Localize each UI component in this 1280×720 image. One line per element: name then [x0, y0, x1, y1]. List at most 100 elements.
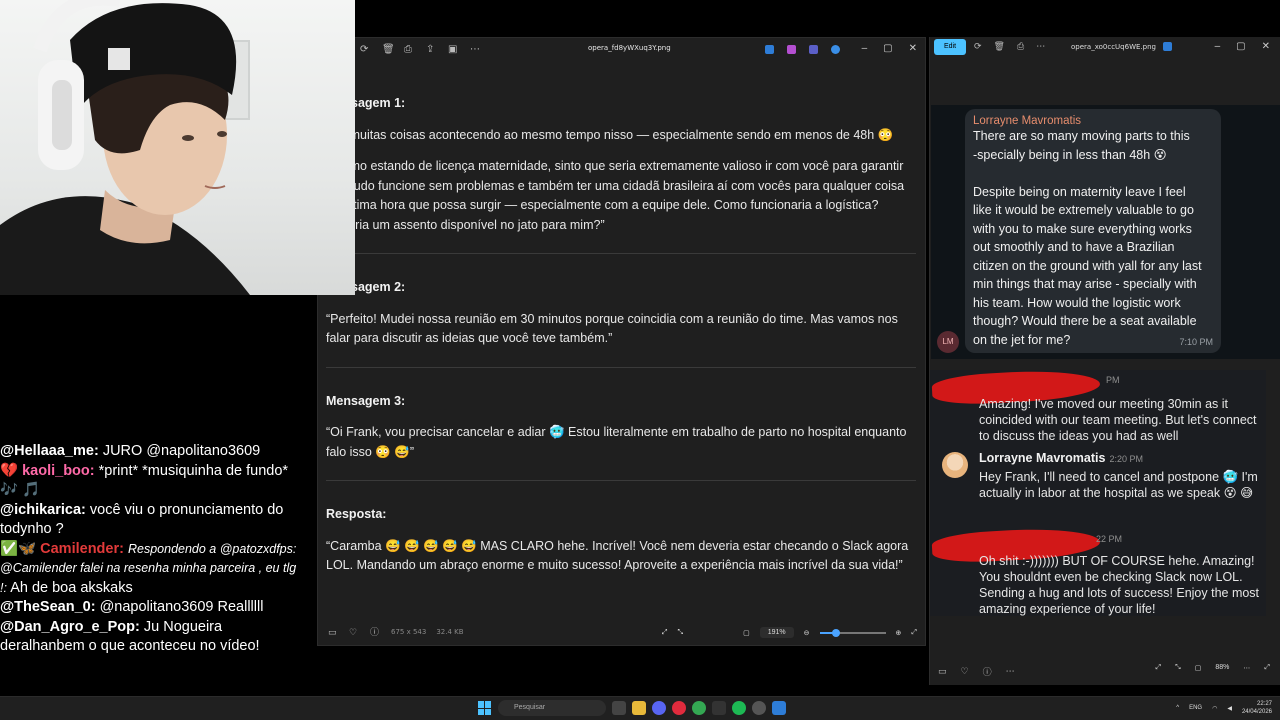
badge-icon: ✅🦋: [0, 540, 37, 557]
app-icon-edit[interactable]: [765, 45, 774, 54]
more-icon[interactable]: ⋯: [1243, 664, 1250, 672]
webcam-feed: [0, 0, 355, 295]
maximize-button[interactable]: ▢: [883, 43, 892, 54]
whatsapp-screenshot: Lorrayne Mavromatis There are so many mo…: [931, 105, 1280, 359]
zoom-slider[interactable]: [819, 628, 886, 637]
obs-icon[interactable]: [752, 701, 766, 715]
chevron-up-icon[interactable]: ^: [1176, 705, 1179, 711]
zoom-level[interactable]: 88%: [1215, 664, 1229, 672]
close-button[interactable]: ✕: [909, 43, 917, 54]
search-input[interactable]: Pesquisar: [498, 700, 606, 716]
opera-icon[interactable]: [672, 701, 686, 715]
app-icon[interactable]: [712, 701, 726, 715]
delete-icon[interactable]: 🗑: [994, 41, 1005, 52]
minimize-button[interactable]: –: [862, 43, 868, 54]
zoom-level[interactable]: 191%: [759, 627, 794, 638]
avatar: LM: [937, 331, 959, 353]
image-dimensions: 675 x 543: [391, 628, 427, 636]
chat-message: ✅🦋 Camilender: Respondendo a @patozxdfps…: [0, 540, 297, 596]
start-button[interactable]: [478, 701, 492, 715]
filmstrip-icon[interactable]: ▭: [938, 666, 947, 677]
maximize-button[interactable]: ▢: [1236, 41, 1245, 52]
divider: [326, 253, 916, 254]
close-button[interactable]: ✕: [1262, 41, 1270, 52]
system-tray: ^ ENG ◠ ◀ 22:27 24/04/2026: [1176, 700, 1272, 716]
chat-message: @ichikarica: você viu o pronunciamento d…: [0, 501, 284, 538]
info-icon[interactable]: ⓘ: [983, 665, 992, 678]
response-text: “Caramba 😅 😅 😅 😅 😅 MAS CLARO hehe. Incrí…: [326, 538, 909, 573]
sender-name: Lorrayne Mavromatis: [973, 115, 1082, 127]
rotate-icon[interactable]: ⟳: [360, 45, 370, 55]
favorite-icon[interactable]: ♡: [961, 666, 969, 677]
message-time: 7:10 PM: [1179, 337, 1213, 347]
more-icon[interactable]: ⋯: [1036, 41, 1045, 52]
edit-button[interactable]: Edit: [934, 39, 966, 55]
spotify-icon[interactable]: [732, 701, 746, 715]
language-indicator[interactable]: ENG: [1189, 705, 1202, 711]
file-name: opera_xo0ccUq6WE.png: [1071, 43, 1156, 51]
photos-icon[interactable]: [772, 701, 786, 715]
app-icon-clipchamp[interactable]: [787, 45, 796, 54]
zoom-controls: ⤢ ⤡ ▢ 191% ⊖ ⊕ ⤢: [662, 627, 917, 638]
divider: [326, 480, 916, 481]
delete-icon[interactable]: 🗑: [382, 45, 395, 55]
onedrive-icon[interactable]: [831, 45, 840, 54]
crop-icon[interactable]: ▢: [1195, 664, 1202, 672]
fullscreen-icon[interactable]: ⤢: [911, 629, 917, 637]
chat-message: @Dan_Agro_e_Pop: Ju Nogueira deralhanbem…: [0, 618, 260, 655]
print-icon[interactable]: ⎙: [1017, 41, 1024, 52]
stream-chat: @Hellaaa_me: JURO @napolitano3609 💔 kaol…: [0, 442, 300, 657]
actual-size-icon[interactable]: ⤡: [678, 629, 684, 637]
minimize-button[interactable]: –: [1215, 41, 1221, 52]
slack-message-2: Hey Frank, I'll need to cancel and postp…: [979, 470, 1258, 500]
clock[interactable]: 22:27 24/04/2026: [1242, 700, 1272, 716]
chat-bubble: Lorrayne Mavromatis There are so many mo…: [965, 109, 1221, 353]
taskbar: Pesquisar ^ ENG ◠ ◀ 22:27 24/04/2026: [0, 696, 1280, 720]
viewer-titlebar: ⟳ 🗑 ⎙ ⇪ ▣ ⋯ opera_fd8yWXuq3Y.png – ▢ ✕: [318, 38, 925, 62]
volume-icon[interactable]: ◀: [1227, 705, 1232, 712]
fit-icon[interactable]: ⤢: [1156, 664, 1162, 672]
rotate-icon[interactable]: ⟳: [974, 41, 982, 52]
print-icon[interactable]: ⎙: [404, 45, 414, 55]
sender-name: Lorrayne Mavromatis 2:20 PM: [979, 451, 1143, 465]
more-icon[interactable]: ⋯: [470, 45, 480, 55]
filmstrip-icon[interactable]: ▭: [328, 627, 337, 637]
desktop: ⟳ 🗑 ⎙ ⇪ ▣ ⋯ opera_fd8yWXuq3Y.png – ▢ ✕ M…: [0, 0, 1280, 720]
viewer2-statusbar: ▭ ♡ ⓘ ⋯ ⤢ ⤡ ▢ 88% ⋯ ⤢: [930, 657, 1280, 685]
zoom-slider-knob[interactable]: [832, 628, 841, 637]
message-3-text: “Oi Frank, vou precisar cancelar e adiar…: [326, 425, 907, 459]
file-name: opera_fd8yWXuq3Y.png: [588, 44, 671, 52]
zoom-out-icon[interactable]: ⊖: [804, 629, 810, 637]
chat-message: @Hellaaa_me: JURO @napolitano3609: [0, 443, 261, 459]
slideshow-icon[interactable]: ▣: [448, 45, 458, 55]
wifi-icon[interactable]: ◠: [1212, 705, 1217, 712]
task-view-icon[interactable]: [612, 701, 626, 715]
file-explorer-icon[interactable]: [632, 701, 646, 715]
favorite-icon[interactable]: ♡: [349, 627, 358, 637]
more-icon[interactable]: ⋯: [1006, 666, 1015, 677]
message-3-heading: Mensagem 3:: [326, 393, 406, 408]
fullscreen-icon[interactable]: ⤢: [1264, 664, 1270, 672]
crop-icon[interactable]: ▢: [743, 629, 750, 637]
taskbar-apps: Pesquisar: [478, 700, 786, 716]
app-icon-edit[interactable]: [1163, 42, 1172, 51]
info-icon[interactable]: ⓘ: [370, 627, 379, 637]
actual-size-icon[interactable]: ⤡: [1175, 664, 1181, 672]
divider: [326, 366, 916, 368]
share-icon[interactable]: ⇪: [426, 45, 436, 55]
chat-message: @TheSean_0: @napolitano3609 Reallllll: [0, 599, 264, 615]
file-size: 32.4 KB: [436, 628, 464, 636]
message-text: There are so many moving parts to this -…: [973, 129, 1202, 347]
fit-icon[interactable]: ⤢: [662, 629, 668, 637]
zoom-controls: ⤢ ⤡ ▢ 88% ⋯ ⤢: [1156, 664, 1270, 672]
app-icon-teams[interactable]: [809, 45, 818, 54]
response-heading: Resposta:: [326, 507, 387, 521]
chrome-icon[interactable]: [692, 701, 706, 715]
viewer-statusbar: ▭ ♡ ⓘ 675 x 543 32.4 KB ⤢ ⤡ ▢ 191% ⊖ ⊕ ⤢: [318, 619, 925, 645]
slack-message-3: Oh shit :-))))))) BUT OF COURSE hehe. Am…: [979, 554, 1260, 616]
slack-screenshot: PM Amazing! I've moved our meeting 30min…: [930, 367, 1266, 616]
zoom-in-icon[interactable]: ⊕: [896, 629, 902, 637]
streamer-figure: [0, 0, 250, 295]
beanie-logo: [108, 48, 130, 70]
discord-icon[interactable]: [652, 701, 666, 715]
